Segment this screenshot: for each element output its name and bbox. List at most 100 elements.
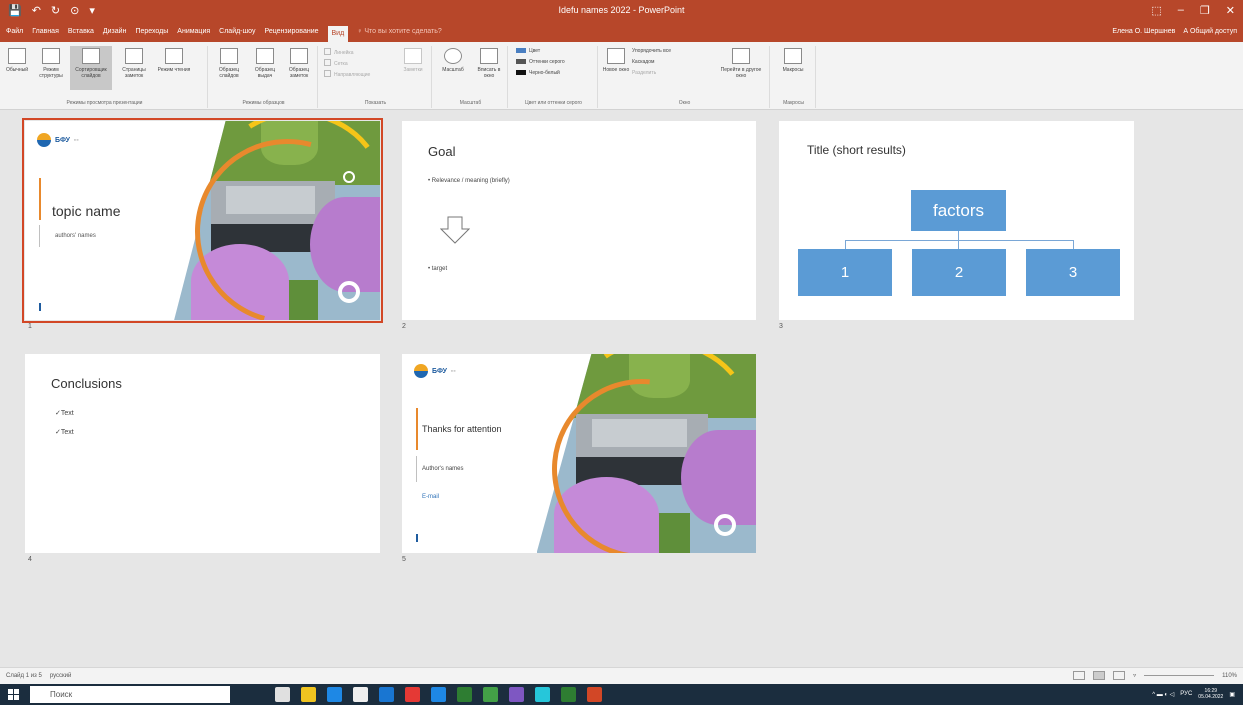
new-window-button[interactable]: Новое окно — [602, 46, 630, 90]
tab-animations[interactable]: Анимация — [177, 28, 210, 42]
accent-bar — [39, 178, 41, 220]
taskbar-apps — [275, 687, 602, 702]
minimize-icon[interactable]: – — [1178, 4, 1184, 17]
slide-thumbnail-5[interactable]: БФУ ━ ━ Thanks for attention Author's na… — [402, 354, 756, 553]
slide-sorter-button[interactable]: Сортировщик слайдов — [70, 46, 112, 90]
slide-title: Conclusions — [51, 376, 122, 391]
tab-review[interactable]: Рецензирование — [264, 28, 318, 42]
taskbar-app-icon-5[interactable] — [379, 687, 394, 702]
reading-view-button[interactable]: Режим чтения — [156, 46, 192, 90]
taskbar-app-icon-3[interactable] — [327, 687, 342, 702]
taskbar-app-icon-4[interactable] — [353, 687, 368, 702]
switch-windows-button[interactable]: Перейти в другое окно — [716, 46, 766, 90]
new-window-icon — [607, 48, 625, 64]
bfu-logo: БФУ ━ ━ — [414, 364, 469, 378]
user-name[interactable]: Елена О. Шершнев — [1112, 28, 1175, 35]
taskbar-search[interactable]: Поиск — [30, 686, 230, 703]
slide-thumbnail-3[interactable]: Title (short results) factors 1 2 3 — [779, 121, 1134, 320]
slideshow-icon[interactable]: ▿ — [1133, 672, 1136, 679]
grayscale-swatch-icon — [516, 59, 526, 64]
macros-label: Макросы — [782, 67, 804, 73]
slide-sorter-view-icon[interactable] — [1093, 671, 1106, 680]
group-label: Цвет или оттенки серого — [525, 100, 582, 106]
check-item: ✓Text — [55, 429, 74, 436]
restore-icon[interactable]: ❐ — [1200, 4, 1210, 17]
guides-checkbox[interactable]: Направляющие — [324, 70, 370, 78]
connector-line — [958, 231, 959, 240]
taskbar-app-icon-7[interactable] — [431, 687, 446, 702]
color-option[interactable]: Цвет — [516, 48, 540, 54]
slide-master-button[interactable]: Образец слайдов — [212, 46, 246, 90]
outline-view-button[interactable]: Режим структуры — [36, 46, 66, 90]
close-icon[interactable]: ✕ — [1226, 4, 1235, 17]
accent-bar — [416, 456, 417, 482]
group-zoom: Масштаб Вписать в окно Масштаб — [434, 46, 508, 108]
taskbar-app-icon-2[interactable] — [301, 687, 316, 702]
tab-view[interactable]: Вид — [327, 26, 349, 42]
taskbar-app-icon-9[interactable] — [483, 687, 498, 702]
email-text: E-mail — [422, 494, 440, 500]
taskbar-app-icon-11[interactable] — [535, 687, 550, 702]
logo-subtext: ━ ━ — [74, 137, 79, 142]
tell-me-search[interactable]: ♀ Что вы хотите сделать? — [357, 28, 442, 42]
input-language[interactable]: РУС — [1180, 691, 1192, 697]
ruler-checkbox[interactable]: Линейка — [324, 48, 354, 56]
tray-icons[interactable]: ^ ▬ ◐ ◁ — [1152, 691, 1174, 698]
ribbon-display-icon[interactable]: ⬚ — [1151, 4, 1161, 17]
clock[interactable]: 16:29 05.04.2022 — [1198, 688, 1223, 700]
taskbar-app-icon-10[interactable] — [509, 687, 524, 702]
taskbar-app-icon-13[interactable] — [587, 687, 602, 702]
tab-insert[interactable]: Вставка — [68, 28, 94, 42]
notes-master-button[interactable]: Образец заметок — [282, 46, 316, 90]
handout-master-button[interactable]: Образец выдач — [248, 46, 282, 90]
taskbar-app-icon-1[interactable] — [275, 687, 290, 702]
normal-view-icon[interactable] — [1073, 671, 1086, 680]
slide-sorter-label: Сортировщик слайдов — [75, 67, 107, 79]
zoom-button[interactable]: Масштаб — [438, 46, 468, 90]
slide-thumbnail-1[interactable]: БФУ ━ ━ topic name authors' names — [22, 118, 383, 323]
smartart-box-1: 1 — [798, 249, 892, 296]
language-indicator[interactable]: русский — [50, 673, 72, 679]
switch-windows-label: Перейти в другое окно — [720, 67, 762, 79]
accent-bar — [416, 408, 418, 450]
group-label: Масштаб — [459, 100, 482, 106]
slide-thumbnail-4[interactable]: Conclusions ✓Text ✓Text — [25, 354, 380, 553]
arrange-all-option[interactable]: Упорядочить все — [632, 48, 671, 54]
zoom-level[interactable]: 110% — [1222, 673, 1237, 679]
tab-home[interactable]: Главная — [32, 28, 59, 42]
fit-to-window-button[interactable]: Вписать в окно — [472, 46, 506, 90]
grayscale-option[interactable]: Оттенки серого — [516, 59, 565, 65]
tab-file[interactable]: Файл — [6, 28, 23, 42]
cascade-option[interactable]: Каскадом — [632, 59, 654, 65]
zoom-slider[interactable] — [1144, 675, 1215, 676]
notes-page-button[interactable]: Страницы заметок — [116, 46, 152, 90]
share-button[interactable]: А Общий доступ — [1183, 28, 1237, 35]
macros-button[interactable]: Макросы — [778, 46, 808, 90]
slide-master-icon — [220, 48, 238, 64]
bfu-logo: БФУ ━ ━ — [37, 133, 92, 147]
windows-start-icon[interactable] — [8, 689, 19, 700]
reading-view-icon[interactable] — [1113, 671, 1126, 680]
tab-slideshow[interactable]: Слайд-шоу — [219, 28, 255, 42]
taskbar-app-icon-12[interactable] — [561, 687, 576, 702]
taskbar-app-icon-6[interactable] — [405, 687, 420, 702]
taskbar-search-text: Поиск — [50, 690, 73, 699]
notes-button[interactable]: Заметки — [398, 46, 428, 90]
notes-label: Заметки — [403, 67, 423, 73]
normal-view-icon — [8, 48, 26, 64]
group-macros: Макросы Макросы — [772, 46, 816, 108]
slide-thumbnail-2[interactable]: Goal • Relevance / meaning (briefly) • t… — [402, 121, 756, 320]
connector-line — [845, 240, 846, 249]
slide-number: 4 — [28, 556, 32, 563]
taskbar-app-icon-8[interactable] — [457, 687, 472, 702]
normal-view-button[interactable]: Обычный — [2, 46, 32, 90]
notifications-icon[interactable]: ▣ — [1229, 691, 1235, 698]
reading-view-icon — [165, 48, 183, 64]
tab-transitions[interactable]: Переходы — [135, 28, 168, 42]
black-white-option[interactable]: Черно-белый — [516, 70, 560, 76]
tab-design[interactable]: Дизайн — [103, 28, 127, 42]
split-option[interactable]: Разделить — [632, 70, 656, 76]
slide-sorter-canvas[interactable]: БФУ ━ ━ topic name authors' names 1 Goal… — [0, 110, 1243, 667]
system-tray: ^ ▬ ◐ ◁ РУС 16:29 05.04.2022 ▣ — [1152, 688, 1235, 700]
grid-checkbox[interactable]: Сетка — [324, 59, 348, 67]
